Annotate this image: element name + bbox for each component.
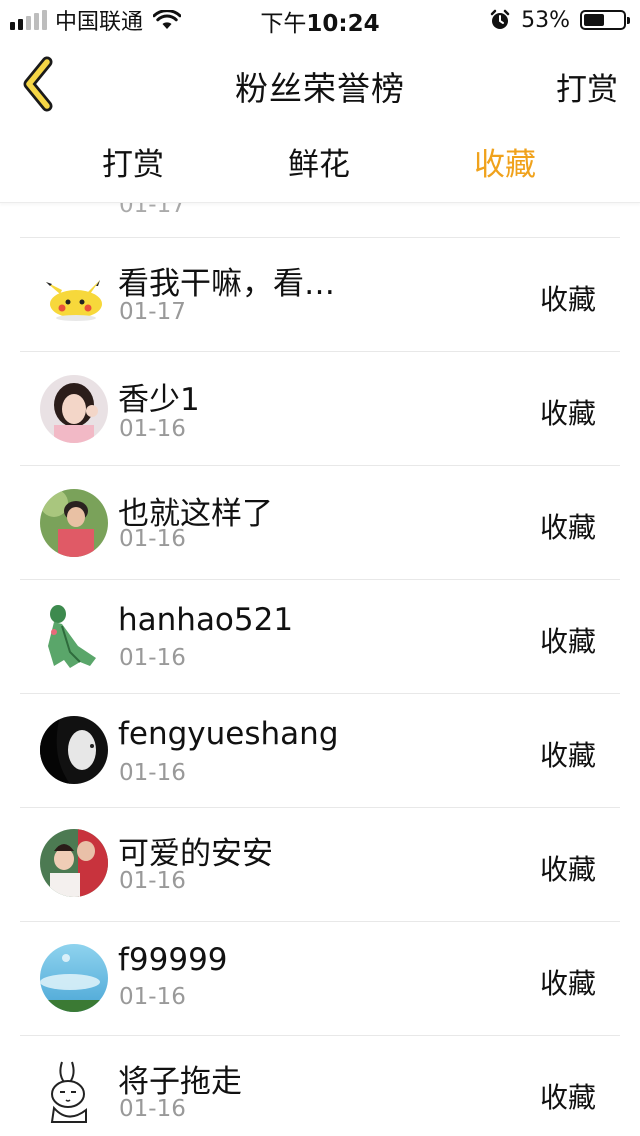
tab-flowers[interactable]: 鲜花 xyxy=(226,128,412,202)
list-item-date: 01-16 xyxy=(119,868,186,894)
pikachu-avatar xyxy=(40,260,108,328)
list-item-name: 香少1 xyxy=(118,382,200,418)
list-item-type: 收藏 xyxy=(539,1081,596,1114)
list-item[interactable]: 将子拖走 01-16 收藏 xyxy=(20,1036,620,1136)
alarm-clock-icon xyxy=(490,9,510,29)
list-item-date: 01-16 xyxy=(119,760,186,786)
list-item-type: 收藏 xyxy=(539,283,596,316)
list-item[interactable]: f99999 01-16 收藏 xyxy=(20,922,620,1036)
list-item-date: 01-16 xyxy=(119,1096,186,1122)
tab-favorites[interactable]: 收藏 xyxy=(412,128,598,202)
tab-reward[interactable]: 打赏 xyxy=(40,128,226,202)
reward-button[interactable]: 打赏 xyxy=(556,64,618,109)
list-item[interactable]: 香少1 01-16 收藏 xyxy=(20,352,620,466)
list-item-type: 收藏 xyxy=(539,511,596,544)
green-figure-avatar xyxy=(40,602,108,670)
list-item-name: 将子拖走 xyxy=(118,1064,242,1100)
list-item-date: 01-16 xyxy=(119,645,186,671)
list-item-date: 01-16 xyxy=(119,526,186,552)
list-item-type: 收藏 xyxy=(539,967,596,1000)
list-item-name: hanhao521 xyxy=(118,602,294,638)
list-item-name: fengyueshang xyxy=(118,716,339,752)
tab-bar: 打赏 鲜花 收藏 xyxy=(0,128,640,203)
list-item-type: 收藏 xyxy=(539,853,596,886)
battery-percent: 53% xyxy=(521,7,570,33)
girl-photo-avatar xyxy=(40,375,108,443)
list-item[interactable]: 看我干嘛，看… 01-17 收藏 xyxy=(20,238,620,352)
list-item[interactable]: fengyueshang 01-16 收藏 xyxy=(20,694,620,808)
bw-portrait-avatar xyxy=(40,716,108,784)
boy-photo-avatar xyxy=(40,489,108,557)
page-title: 粉丝荣誉榜 xyxy=(235,69,405,108)
list-item[interactable]: 也就这样了 01-16 收藏 xyxy=(20,466,620,580)
battery-icon xyxy=(580,10,630,30)
list-item-name: f99999 xyxy=(118,942,228,978)
list-item-date: 01-17 xyxy=(119,299,186,325)
fan-list[interactable]: 01-17 看我干嘛，看… 01-17 收藏 香少1 01-16 收藏 也就这样… xyxy=(0,160,640,1136)
list-item-type: 收藏 xyxy=(539,397,596,430)
list-item[interactable]: 可爱的安安 01-16 收藏 xyxy=(20,808,620,922)
list-item-type: 收藏 xyxy=(539,739,596,772)
list-item[interactable]: hanhao521 01-16 收藏 xyxy=(20,580,620,694)
sky-landscape-avatar xyxy=(40,944,108,1012)
couple-photo-avatar xyxy=(40,829,108,897)
list-item-type: 收藏 xyxy=(539,625,596,658)
status-bar: 中国联通 下午10:24 53% xyxy=(0,0,640,40)
rabbit-sketch-avatar xyxy=(40,1058,108,1126)
list-item-date: 01-16 xyxy=(119,416,186,442)
list-item-name: 可爱的安安 xyxy=(118,836,273,872)
list-item-name: 看我干嘛，看… xyxy=(118,266,335,302)
navigation-bar: 粉丝荣誉榜 打赏 xyxy=(0,40,640,129)
list-item-date: 01-16 xyxy=(119,984,186,1010)
